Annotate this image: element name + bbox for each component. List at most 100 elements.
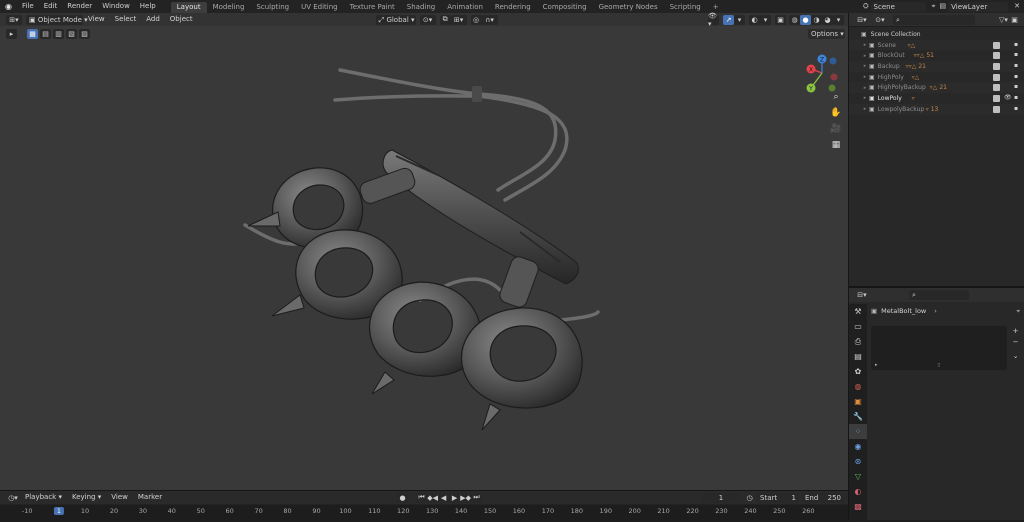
tab-compositing[interactable]: Compositing <box>537 2 593 13</box>
gizmo-neg-z[interactable] <box>829 57 837 65</box>
jump-start-icon[interactable]: ⏮ <box>416 492 428 503</box>
expand-arrow-icon[interactable]: ▸ <box>861 63 869 69</box>
tab-animation[interactable]: Animation <box>441 2 489 13</box>
timeline-menu-view[interactable]: View <box>106 491 133 504</box>
outliner-row-scene[interactable]: ▸ ▣ Scene ▿△ ▪ <box>849 39 1024 51</box>
modifier-tab-icon[interactable]: 🔧 <box>849 409 867 424</box>
outliner-row-highpoly[interactable]: ▸ ▣ HighPoly ▿△ ▪ <box>849 72 1024 83</box>
end-frame-field[interactable]: End 250 <box>802 492 844 503</box>
include-checkbox[interactable] <box>993 84 1000 92</box>
record-icon[interactable]: ● <box>397 492 409 503</box>
view-layer-field[interactable]: ViewLayer <box>948 1 1009 12</box>
outliner-row-blockout[interactable]: ▸ ▣ BlockOut ▿▿△ 51 ▪ <box>849 50 1024 61</box>
eye-icon[interactable]: 👁 <box>1004 94 1012 101</box>
remove-particle-button[interactable]: − <box>1010 337 1021 347</box>
jump-end-icon[interactable]: ⏭ <box>471 492 483 503</box>
include-checkbox[interactable] <box>993 63 1000 71</box>
tab-uv-editing[interactable]: UV Editing <box>295 2 344 13</box>
start-frame-field[interactable]: Start 1 <box>757 492 799 503</box>
timeline-menu-marker[interactable]: Marker <box>133 491 167 504</box>
camera-icon[interactable]: ▪ <box>1014 73 1018 80</box>
tab-layout[interactable]: Layout <box>170 1 207 13</box>
menu-file[interactable]: File <box>17 0 39 13</box>
outliner-row-lowpoly[interactable]: ▸ ▣ LowPoly ▿ 👁 ▪ <box>849 93 1024 104</box>
expand-arrow-icon[interactable]: ▸ <box>861 85 869 91</box>
timeline-editor-type-icon[interactable]: ◷▾ <box>6 493 20 503</box>
include-checkbox[interactable] <box>993 73 1000 81</box>
texture-tab-icon[interactable]: ▩ <box>849 499 867 514</box>
3d-viewport[interactable]: ⊞▾ ▣ Object Mode ▾ View Select Add Objec… <box>0 12 848 490</box>
outliner-row-backup[interactable]: ▸ ▣ Backup ▿▿△ 21 ▪ <box>849 61 1024 72</box>
scene-tab-icon[interactable]: ✿ <box>849 364 867 379</box>
navigation-gizmo[interactable]: X Z Y <box>803 53 841 95</box>
filter-icon[interactable]: ▽▾ <box>998 15 1009 25</box>
list-resize-handle[interactable]: ⠿ <box>937 363 941 369</box>
new-collection-icon[interactable]: ▣ <box>1009 15 1020 25</box>
render-tab-icon[interactable]: ▭ <box>849 319 867 334</box>
tab-rendering[interactable]: Rendering <box>489 2 537 13</box>
tab-shading[interactable]: Shading <box>401 2 441 13</box>
blender-logo-icon[interactable]: ◉ <box>0 0 17 13</box>
particle-menu-button[interactable]: ⌄ <box>1010 351 1021 361</box>
current-frame-field[interactable]: 1 <box>702 492 740 503</box>
camera-icon[interactable]: ▪ <box>1014 51 1018 58</box>
scene-collection-row[interactable]: ▣ Scene Collection <box>849 29 1024 40</box>
tab-texture-paint[interactable]: Texture Paint <box>344 2 401 13</box>
outliner-row-lowpolybackup[interactable]: ▸ ▣ LowpolyBackup ▿ 13 ▪ <box>849 103 1024 115</box>
gizmo-neg-x[interactable] <box>830 73 838 81</box>
tab-sculpting[interactable]: Sculpting <box>250 2 295 13</box>
menu-help[interactable]: Help <box>135 0 161 13</box>
properties-search-input[interactable]: ⌕ <box>909 290 969 300</box>
scene-field[interactable]: Scene <box>870 1 926 12</box>
properties-editor-type-icon[interactable]: ⊟▾ <box>855 290 869 300</box>
expand-arrow-icon[interactable]: ▸ <box>861 95 869 101</box>
jump-keyframe-forward-icon[interactable]: ▶◆ <box>460 492 472 503</box>
tool-tab-icon[interactable]: ⚒ <box>849 304 867 319</box>
close-icon[interactable]: ✕ <box>1012 0 1024 13</box>
pin-icon[interactable]: ⌖ <box>930 0 938 13</box>
play-reverse-icon[interactable]: ◀ <box>438 492 450 503</box>
camera-icon[interactable]: ▪ <box>1014 41 1018 48</box>
pin-icon[interactable]: ⌖ <box>1016 307 1020 316</box>
expand-arrow-icon[interactable]: ▸ <box>861 53 869 59</box>
list-expand-icon[interactable]: ▸ <box>875 362 878 368</box>
menu-render[interactable]: Render <box>62 0 97 13</box>
brass-knuckles-model[interactable] <box>0 13 848 490</box>
object-tab-icon[interactable]: ▣ <box>849 394 867 409</box>
expand-arrow-icon[interactable]: ▸ <box>861 74 869 80</box>
jump-keyframe-back-icon[interactable]: ◆◀ <box>427 492 439 503</box>
camera-view-icon[interactable]: 🎥 <box>829 122 843 135</box>
tab-modeling[interactable]: Modeling <box>207 2 251 13</box>
camera-icon[interactable]: ▪ <box>1014 94 1018 101</box>
stopwatch-icon[interactable]: ◷ <box>744 493 755 503</box>
include-checkbox[interactable] <box>993 52 1000 60</box>
zoom-icon[interactable]: ⌕ <box>829 90 843 103</box>
expand-arrow-icon[interactable]: ▸ <box>861 106 869 112</box>
tab-geometry-nodes[interactable]: Geometry Nodes <box>593 2 664 13</box>
play-icon[interactable]: ▶ <box>449 492 461 503</box>
playhead-current-frame[interactable]: 1 <box>53 507 65 515</box>
particles-tab-icon[interactable]: ⁘ <box>849 424 867 439</box>
include-checkbox[interactable] <box>993 41 1000 49</box>
frame-ruler[interactable]: -10 1 10 20 30 40 50 60 70 80 90 100 110 120 130 140 150… <box>0 505 848 521</box>
display-mode-icon[interactable]: ⊙▾ <box>873 15 887 25</box>
physics-tab-icon[interactable]: ◉ <box>849 439 867 454</box>
camera-icon[interactable]: ▪ <box>1014 62 1018 69</box>
outliner-editor-type-icon[interactable]: ⊟▾ <box>855 15 869 25</box>
data-tab-icon[interactable]: ▽ <box>849 469 867 484</box>
menu-window[interactable]: Window <box>97 0 135 13</box>
constraints-tab-icon[interactable]: ⊛ <box>849 454 867 469</box>
timeline-menu-playback[interactable]: Playback ▾ <box>20 491 67 504</box>
expand-arrow-icon[interactable]: ▸ <box>861 42 869 48</box>
include-checkbox[interactable] <box>993 105 1000 113</box>
world-tab-icon[interactable]: ◍ <box>849 379 867 394</box>
menu-edit[interactable]: Edit <box>39 0 63 13</box>
timeline-menu-keying[interactable]: Keying ▾ <box>67 491 106 504</box>
include-checkbox[interactable] <box>993 95 1000 103</box>
add-particle-button[interactable]: + <box>1010 326 1021 336</box>
hand-pan-icon[interactable]: ✋ <box>829 106 843 119</box>
camera-icon[interactable]: ▪ <box>1014 105 1018 112</box>
particle-system-list[interactable]: ▸ ⠿ <box>871 326 1007 370</box>
view-layer-tab-icon[interactable]: ▤ <box>849 349 867 364</box>
chevron-right-icon[interactable]: › <box>934 307 937 315</box>
